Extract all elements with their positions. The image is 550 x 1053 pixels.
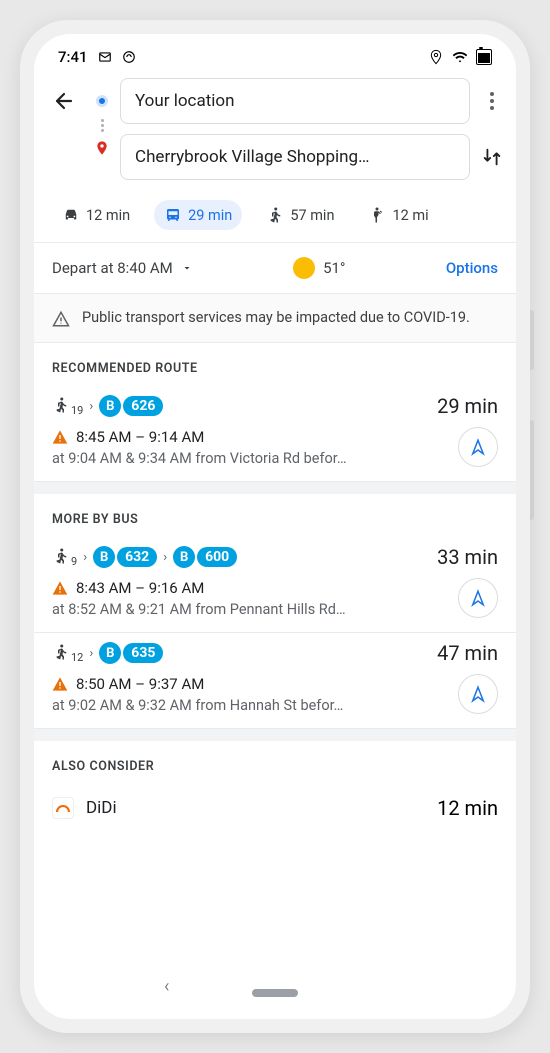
alert-icon — [52, 580, 68, 596]
navigate-icon — [469, 438, 487, 456]
bus-badge: 635 — [123, 643, 163, 663]
route-duration: 33 min — [437, 545, 498, 569]
directions-header: Your location Cherrybrook Village Shoppi… — [34, 72, 516, 190]
route-card-1[interactable]: 9 › B632 › B600 33 min 8:43 AM – 9:16 AM… — [34, 537, 516, 633]
section-recommended-title: RECOMMENDED ROUTE — [34, 343, 516, 386]
route-duration: 29 min — [437, 394, 498, 418]
walk-icon — [266, 206, 284, 224]
also-consider-row[interactable]: DiDi 12 min — [34, 784, 516, 838]
covid-warning: Public transport services may be impacte… — [34, 294, 516, 343]
start-nav-button[interactable] — [458, 674, 498, 714]
walk-icon — [52, 643, 70, 661]
bus-badge: 626 — [123, 396, 163, 416]
section-also-title: ALSO CONSIDER — [34, 741, 516, 784]
walk-icon — [52, 547, 70, 565]
tab-walk-label: 57 min — [290, 207, 334, 224]
wifi-icon — [452, 49, 468, 65]
origin-dot-icon — [96, 95, 108, 107]
tab-rideshare[interactable]: 12 mi — [358, 200, 438, 230]
section-gap — [34, 729, 516, 741]
origin-input[interactable]: Your location — [120, 78, 470, 124]
warning-text: Public transport services may be impacte… — [82, 308, 470, 328]
chevron-right-icon: › — [83, 550, 87, 565]
back-button[interactable] — [44, 81, 84, 121]
bus-circle-icon: B — [173, 546, 195, 568]
sun-icon — [293, 257, 315, 279]
destination-pin-icon — [94, 138, 110, 158]
depart-time-selector[interactable]: Depart at 8:40 AM — [52, 259, 193, 277]
navigate-icon — [469, 589, 487, 607]
tab-walk[interactable]: 57 min — [256, 200, 344, 230]
origin-marker — [92, 95, 112, 107]
travel-mode-tabs: 12 min 29 min 57 min 12 mi — [34, 190, 516, 243]
system-back-button[interactable]: ‹ — [164, 976, 169, 997]
tab-drive[interactable]: 12 min — [52, 200, 140, 230]
bus-badge: 600 — [197, 547, 237, 567]
section-gap — [34, 482, 516, 494]
dnd-icon — [122, 50, 136, 64]
start-nav-button[interactable] — [458, 427, 498, 467]
chevron-down-icon — [181, 262, 193, 274]
also-time: 12 min — [437, 796, 498, 820]
bus-circle-icon: B — [93, 546, 115, 568]
weather-indicator: 51° — [293, 257, 345, 279]
battery-icon — [476, 49, 492, 65]
location-icon — [428, 49, 444, 65]
route-time-window: 8:43 AM – 9:16 AM — [76, 579, 204, 597]
destination-input[interactable]: Cherrybrook Village Shopping… — [120, 134, 470, 180]
route-subtext: at 8:52 AM & 9:21 AM from Pennant Hills … — [52, 601, 412, 618]
chevron-right-icon: › — [89, 646, 93, 661]
transit-icon — [164, 206, 182, 224]
more-options-button[interactable] — [478, 81, 506, 121]
swap-button[interactable] — [478, 137, 506, 177]
alert-icon — [52, 429, 68, 445]
tab-drive-label: 12 min — [86, 207, 130, 224]
depart-label: Depart at 8:40 AM — [52, 259, 173, 277]
status-bar: 7:41 — [34, 34, 516, 72]
warning-triangle-icon — [52, 310, 70, 328]
route-time-window: 8:50 AM – 9:37 AM — [76, 675, 204, 693]
navigate-icon — [469, 685, 487, 703]
walk-icon — [52, 396, 70, 414]
system-home-pill[interactable] — [252, 989, 298, 997]
tab-transit[interactable]: 29 min — [154, 200, 242, 230]
rideshare-icon — [368, 206, 386, 224]
bus-circle-icon: B — [99, 642, 121, 664]
walk-minutes: 12 — [71, 651, 83, 664]
didi-icon — [52, 797, 74, 819]
volume-button — [530, 420, 534, 520]
route-connector-dots — [101, 117, 104, 134]
route-card-2[interactable]: 12 › B635 47 min 8:50 AM – 9:37 AM at 9:… — [34, 633, 516, 729]
chevron-right-icon: › — [163, 550, 167, 565]
also-provider: DiDi — [86, 798, 117, 818]
route-card-0[interactable]: 19 › B626 29 min 8:45 AM – 9:14 AM at 9:… — [34, 386, 516, 482]
bus-circle-icon: B — [99, 395, 121, 417]
tab-transit-label: 29 min — [188, 207, 232, 224]
walk-minutes: 9 — [71, 555, 77, 568]
options-link[interactable]: Options — [446, 259, 498, 277]
system-nav-bar: ‹ — [34, 975, 516, 1019]
chevron-right-icon: › — [89, 399, 93, 414]
bus-badge: 632 — [117, 547, 157, 567]
power-button — [530, 310, 534, 370]
route-subtext: at 9:02 AM & 9:32 AM from Hannah St befo… — [52, 697, 412, 714]
screen: 7:41 Your location — [34, 34, 516, 1019]
phone-frame: 7:41 Your location — [20, 20, 530, 1033]
status-time: 7:41 — [58, 48, 88, 66]
walk-minutes: 19 — [71, 404, 83, 417]
alert-icon — [52, 676, 68, 692]
tab-rideshare-label: 12 mi — [392, 207, 428, 224]
section-morebus-title: MORE BY BUS — [34, 494, 516, 537]
route-time-window: 8:45 AM – 9:14 AM — [76, 428, 204, 446]
depart-options-row: Depart at 8:40 AM 51° Options — [34, 243, 516, 294]
temperature: 51° — [323, 259, 345, 277]
route-duration: 47 min — [437, 641, 498, 665]
car-icon — [62, 206, 80, 224]
route-subtext: at 9:04 AM & 9:34 AM from Victoria Rd be… — [52, 450, 412, 467]
gmail-icon — [98, 50, 112, 64]
start-nav-button[interactable] — [458, 578, 498, 618]
